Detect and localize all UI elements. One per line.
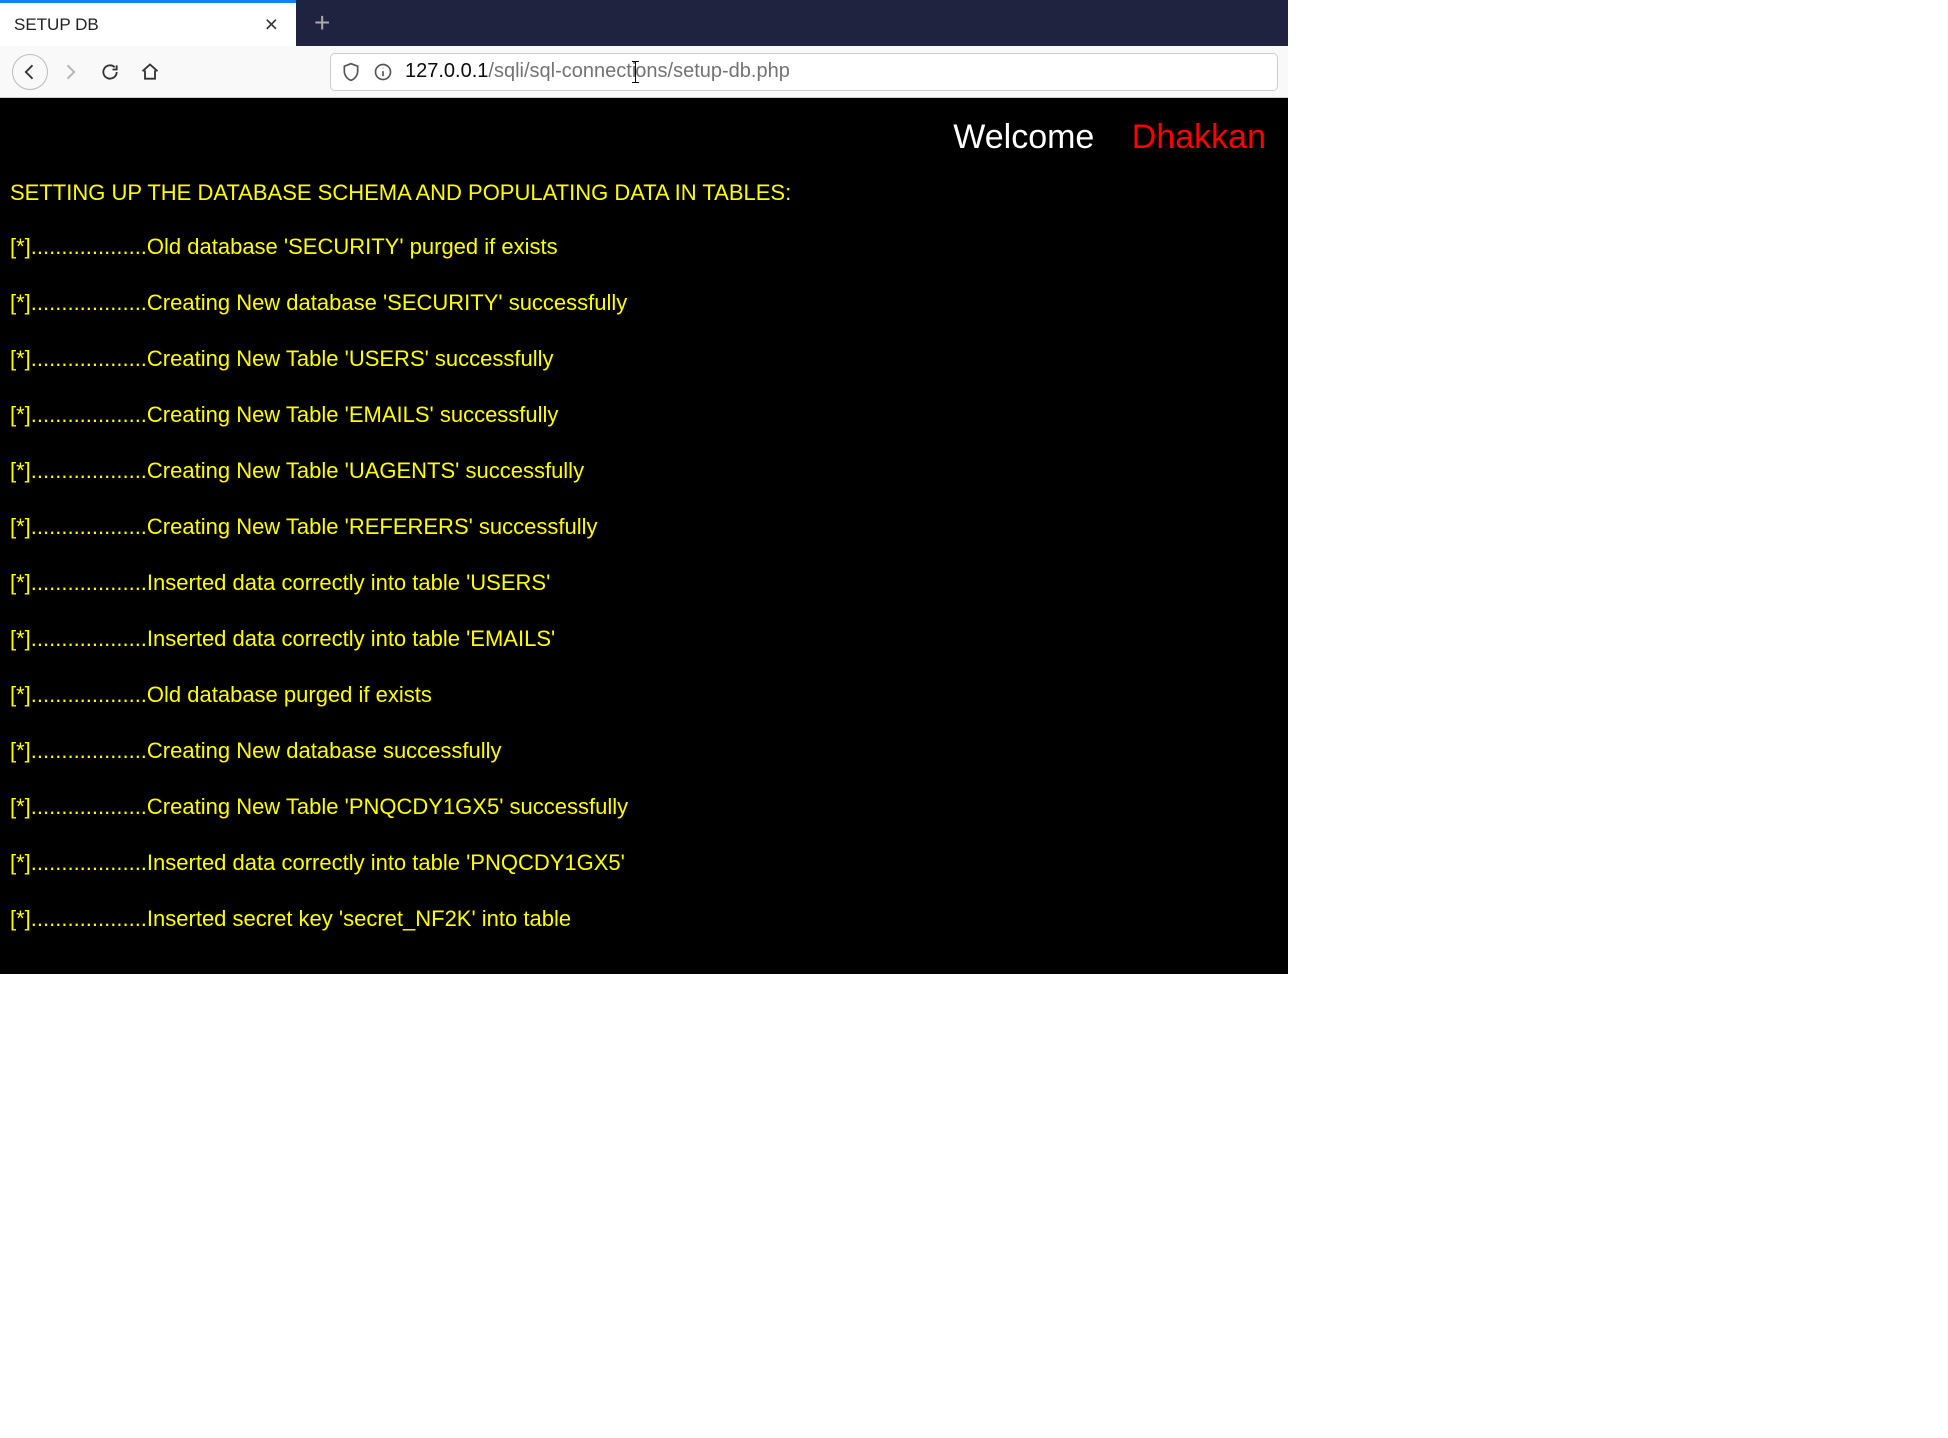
log-line: [*]...................Creating New datab… (10, 290, 1278, 316)
log-line: [*]...................Inserted data corr… (10, 570, 1278, 596)
new-tab-button[interactable]: + (296, 0, 348, 46)
url-text: 127.0.0.1/sqli/sql-connections/setup-db.… (405, 60, 790, 83)
welcome-name: Dhakkan (1132, 118, 1266, 156)
browser-toolbar: 127.0.0.1/sqli/sql-connections/setup-db.… (0, 46, 1288, 98)
welcome-text: Welcome (953, 118, 1094, 156)
log-container: [*]...................Old database 'SECU… (10, 234, 1278, 932)
address-bar[interactable]: 127.0.0.1/sqli/sql-connections/setup-db.… (330, 53, 1278, 91)
home-button[interactable] (132, 54, 168, 90)
url-host: 127.0.0.1 (405, 60, 488, 82)
log-line: [*]...................Inserted data corr… (10, 850, 1278, 876)
log-line: [*]...................Old database purge… (10, 682, 1278, 708)
tab-title: SETUP DB (14, 15, 261, 35)
url-path-after: ons/setup-db.php (635, 60, 790, 82)
info-icon[interactable] (373, 62, 393, 82)
log-line: [*]...................Creating New Table… (10, 458, 1278, 484)
log-line: [*]...................Creating New Table… (10, 514, 1278, 540)
page-content: Welcome Dhakkan SETTING UP THE DATABASE … (0, 98, 1288, 974)
welcome-header: Welcome Dhakkan (953, 118, 1266, 157)
back-button[interactable] (12, 54, 48, 90)
reload-button[interactable] (92, 54, 128, 90)
log-line: [*]...................Creating New Table… (10, 346, 1278, 372)
browser-chrome: SETUP DB × + 127.0.0.1/sqli/sql-connecti… (0, 0, 1288, 98)
forward-button[interactable] (52, 54, 88, 90)
setup-heading: SETTING UP THE DATABASE SCHEMA AND POPUL… (10, 180, 1278, 206)
text-cursor-icon (635, 61, 636, 83)
log-line: [*]...................Creating New Table… (10, 794, 1278, 820)
log-line: [*]...................Inserted data corr… (10, 626, 1278, 652)
tab-strip: SETUP DB × + (0, 0, 1288, 46)
url-path-before: /sqli/sql-connecti (488, 60, 636, 82)
log-line: [*]...................Old database 'SECU… (10, 234, 1278, 260)
close-icon[interactable]: × (261, 13, 282, 36)
shield-icon[interactable] (341, 62, 361, 82)
log-line: [*]...................Creating New datab… (10, 738, 1278, 764)
log-line: [*]...................Creating New Table… (10, 402, 1278, 428)
browser-tab[interactable]: SETUP DB × (0, 0, 296, 46)
log-line: [*]...................Inserted secret ke… (10, 906, 1278, 932)
